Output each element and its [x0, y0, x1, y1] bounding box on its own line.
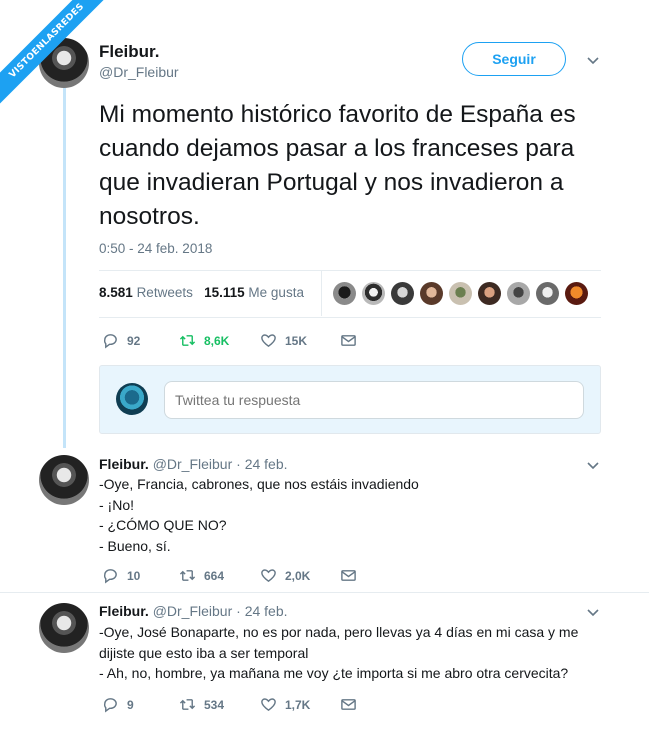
reply-icon — [103, 334, 117, 349]
reply-line: - Ah, no, hombre, ya mañana me voy ¿te i… — [99, 665, 569, 681]
author-name[interactable]: Fleibur. — [99, 603, 149, 619]
tweet-actions: 92 8,6K 15K — [102, 332, 357, 349]
divider — [0, 592, 649, 593]
reply-text: -Oye, Francia, cabrones, que nos estáis … — [99, 474, 589, 556]
like-count-action: 2,0K — [285, 568, 311, 583]
like-button[interactable]: 15K — [260, 332, 340, 349]
tweet-stats: 8.581 Retweets 15.115 Me gusta — [99, 285, 304, 300]
reply-icon — [103, 698, 117, 713]
heart-icon — [261, 334, 276, 348]
reply-date[interactable]: · 24 feb. — [236, 603, 287, 619]
liker-avatar[interactable] — [478, 282, 501, 305]
reply-date[interactable]: · 24 feb. — [236, 456, 287, 472]
reply-line: - ¡No! — [99, 496, 134, 513]
liker-avatar[interactable] — [362, 282, 385, 305]
avatar[interactable] — [39, 603, 89, 653]
reply-input[interactable] — [164, 381, 584, 419]
divider — [321, 270, 322, 316]
liker-avatar[interactable] — [536, 282, 559, 305]
like-count-action: 1,7K — [285, 697, 311, 712]
message-icon — [341, 335, 356, 346]
tweet-actions: 9 534 1,7K — [102, 696, 357, 713]
reply-text: -Oye, José Bonaparte, no es por nada, pe… — [99, 622, 589, 684]
reply-icon — [103, 569, 117, 584]
reply-button[interactable]: 9 — [102, 696, 179, 713]
author-name[interactable]: Fleibur. — [99, 42, 159, 62]
thread-line — [63, 88, 66, 448]
retweet-icon — [179, 699, 196, 710]
retweet-label[interactable]: Retweets — [137, 285, 193, 300]
reply-header: Fleibur. @Dr_Fleibur · 24 feb. — [99, 456, 288, 472]
reply-count: 92 — [127, 333, 141, 348]
author-name[interactable]: Fleibur. — [99, 456, 149, 472]
liker-avatar[interactable] — [333, 282, 356, 305]
heart-icon — [261, 569, 276, 583]
liker-avatar[interactable] — [565, 282, 588, 305]
reply-button[interactable]: 92 — [102, 332, 179, 349]
retweet-button[interactable]: 664 — [179, 567, 260, 584]
like-count[interactable]: 15.115 — [204, 285, 245, 300]
message-icon — [341, 570, 356, 581]
retweet-button[interactable]: 534 — [179, 696, 260, 713]
liker-avatar[interactable] — [391, 282, 414, 305]
retweet-count[interactable]: 8.581 — [99, 285, 133, 300]
reply-box — [99, 365, 601, 434]
retweet-icon — [179, 570, 196, 581]
divider — [99, 317, 601, 318]
retweet-count: 664 — [204, 568, 225, 583]
author-handle[interactable]: @Dr_Fleibur — [153, 603, 233, 619]
reply-line: - ¿CÓMO QUE NO? — [99, 517, 227, 533]
avatar[interactable] — [39, 455, 89, 505]
author-handle[interactable]: @Dr_Fleibur — [99, 64, 179, 80]
message-button[interactable] — [340, 567, 357, 584]
reply-count: 10 — [127, 568, 141, 583]
message-button[interactable] — [340, 332, 357, 349]
reply-line: -Oye, Francia, cabrones, que nos estáis … — [99, 476, 419, 492]
reply-count: 9 — [127, 697, 134, 712]
liker-avatar[interactable] — [449, 282, 472, 305]
heart-icon — [261, 698, 276, 712]
liker-avatars — [333, 282, 588, 305]
reply-line: -Oye, José Bonaparte, no es por nada, pe… — [99, 624, 579, 640]
reply-button[interactable]: 10 — [102, 567, 179, 584]
like-count-action: 15K — [285, 333, 308, 348]
tweet-text: Mi momento histórico favorito de España … — [99, 101, 576, 230]
liker-avatar[interactable] — [420, 282, 443, 305]
reply-line: dijiste que esto iba a ser temporal — [99, 644, 309, 661]
message-icon — [341, 699, 356, 710]
avatar — [116, 383, 148, 415]
tweet-actions: 10 664 2,0K — [102, 567, 357, 584]
divider — [99, 270, 601, 271]
author-handle[interactable]: @Dr_Fleibur — [153, 456, 233, 472]
reply-line: - Bueno, sí. — [99, 537, 171, 554]
retweet-count: 534 — [204, 697, 225, 712]
follow-button[interactable]: Seguir — [462, 42, 566, 76]
like-button[interactable]: 2,0K — [260, 567, 340, 584]
chevron-down-icon[interactable] — [586, 458, 600, 472]
chevron-down-icon[interactable] — [586, 53, 600, 67]
retweet-icon — [179, 335, 196, 346]
tweet-timestamp[interactable]: 0:50 - 24 feb. 2018 — [99, 241, 212, 256]
chevron-down-icon[interactable] — [586, 605, 600, 619]
retweet-button[interactable]: 8,6K — [179, 332, 260, 349]
message-button[interactable] — [340, 696, 357, 713]
like-label[interactable]: Me gusta — [248, 285, 304, 300]
like-button[interactable]: 1,7K — [260, 696, 340, 713]
liker-avatar[interactable] — [507, 282, 530, 305]
retweet-count: 8,6K — [204, 333, 230, 348]
reply-header: Fleibur. @Dr_Fleibur · 24 feb. — [99, 603, 288, 619]
